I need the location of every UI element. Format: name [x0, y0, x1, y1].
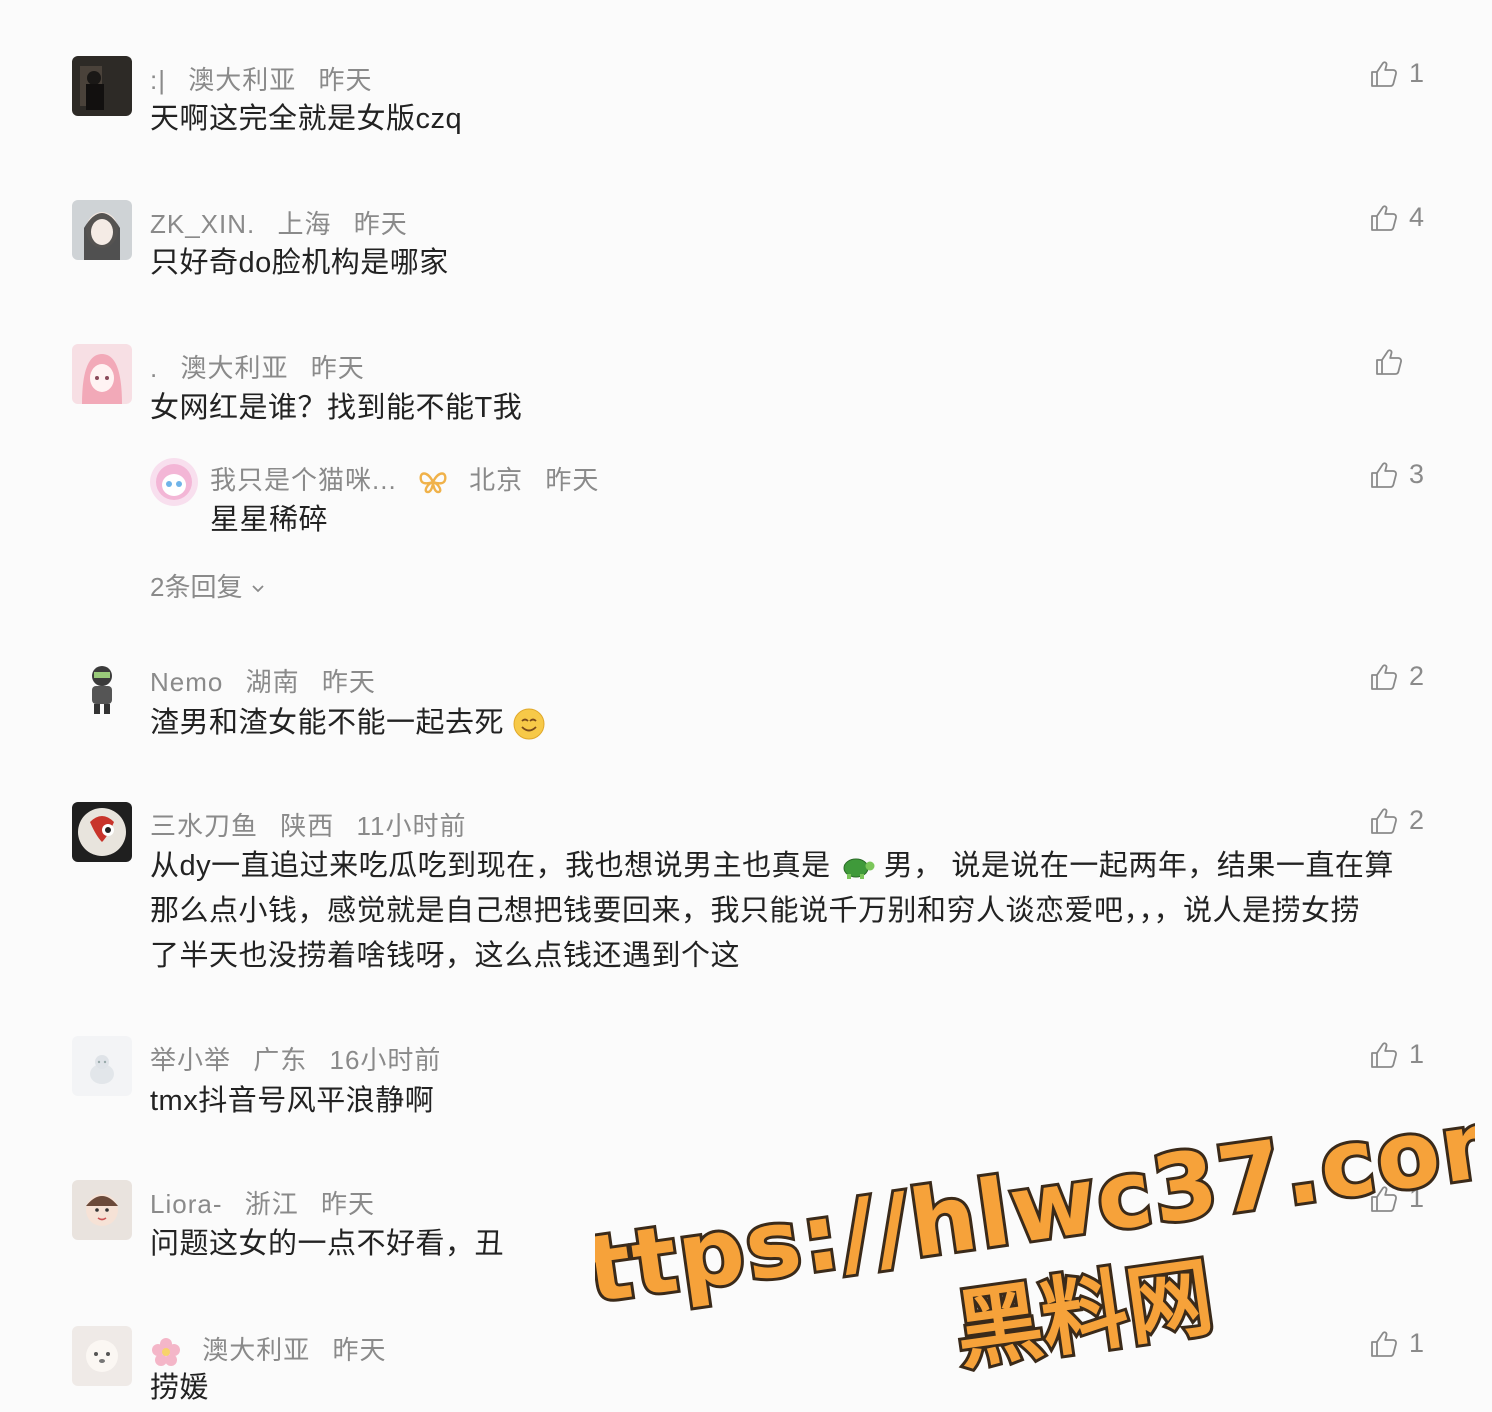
avatar[interactable]	[72, 200, 132, 260]
more-replies-label: 2条回复	[150, 572, 243, 602]
watermark: https://hlwc37.com 黑料网	[510, 1081, 1492, 1390]
like-button[interactable]: 1	[1369, 1039, 1424, 1070]
avatar[interactable]	[72, 1036, 132, 1096]
reply-meta: 我只是个猫咪... 北京 昨天	[210, 460, 613, 497]
comment-meta: . 澳大利亚 昨天	[150, 348, 379, 385]
like-count: 1	[1408, 58, 1424, 88]
like-button[interactable]: 1	[1369, 58, 1424, 89]
comment-text: 女网红是谁？找到能不能T我	[150, 392, 523, 424]
comment-meta: ZK_XIN. 上海 昨天	[150, 204, 422, 241]
like-button[interactable]: 2	[1369, 805, 1424, 836]
username[interactable]: Nemo	[150, 667, 223, 697]
username[interactable]: 举小举	[150, 1045, 231, 1075]
username[interactable]: .	[150, 353, 158, 383]
comment-meta: 举小举 广东 16小时前	[150, 1040, 455, 1077]
timestamp: 昨天	[353, 209, 408, 239]
location: 陕西	[280, 811, 335, 841]
turtle-emoji-icon	[843, 858, 875, 880]
location: 澳大利亚	[180, 353, 289, 383]
username[interactable]: :|	[150, 65, 166, 95]
like-button[interactable]: 2	[1369, 661, 1424, 692]
location: 广东	[253, 1045, 308, 1075]
reply-text: 星星稀碎	[210, 504, 329, 536]
like-count: 2	[1408, 661, 1424, 691]
comment-text: 从dy一直追过来吃瓜吃到现在，我也想说男主也真是 男， 说是说在一起两年，结果一…	[150, 844, 1420, 979]
comment-text-line: 那么点小钱，感觉就是自己想把钱要回来，我只能说千万别和穷人谈恋爱吧，，，说人是捞…	[150, 895, 1361, 927]
username[interactable]: Liora-	[150, 1189, 222, 1219]
location: 湖南	[245, 667, 300, 697]
timestamp: 昨天	[318, 65, 373, 95]
thumbs-up-icon	[1369, 806, 1399, 836]
location: 浙江	[244, 1189, 299, 1219]
comment-text: 只好奇do脸机构是哪家	[150, 247, 449, 279]
location: 澳大利亚	[202, 1335, 311, 1365]
comment-text: 天啊这完全就是女版czq	[150, 103, 463, 135]
like-count: 3	[1408, 459, 1424, 489]
thumbs-up-icon	[1369, 662, 1399, 692]
timestamp: 昨天	[320, 1189, 375, 1219]
reply-timestamp: 昨天	[545, 465, 600, 495]
avatar[interactable]	[72, 802, 132, 862]
comment-text-body: 渣男和渣女能不能一起去死	[150, 707, 505, 739]
reply-username[interactable]: 我只是个猫咪...	[210, 465, 397, 495]
like-button[interactable]	[1374, 347, 1404, 377]
timestamp: 昨天	[310, 353, 365, 383]
avatar[interactable]	[72, 1180, 132, 1240]
comment-meta: 澳大利亚 昨天	[150, 1330, 401, 1368]
comment-text: 渣男和渣女能不能一起去死	[150, 701, 1420, 746]
location: 上海	[277, 209, 332, 239]
timestamp: 16小时前	[329, 1045, 442, 1075]
comment-meta: Liora- 浙江 昨天	[150, 1184, 389, 1221]
username[interactable]: 三水刀鱼	[150, 811, 258, 841]
like-count: 4	[1408, 202, 1424, 232]
reply-avatar[interactable]	[150, 458, 198, 506]
avatar[interactable]	[72, 658, 132, 718]
like-count: 2	[1408, 805, 1424, 835]
timestamp: 昨天	[332, 1335, 387, 1365]
like-count: 1	[1408, 1039, 1424, 1069]
thumbs-up-icon	[1369, 203, 1399, 233]
chevron-down-icon	[252, 585, 264, 593]
comment-meta: Nemo 湖南 昨天	[150, 662, 390, 699]
comment-text-line: 了半天也没捞着啥钱呀，这么点钱还遇到个这	[150, 940, 741, 972]
timestamp: 昨天	[321, 667, 376, 697]
location: 澳大利亚	[188, 65, 297, 95]
smile-emoji-icon	[513, 708, 545, 740]
comment-text-line: 从dy一直追过来吃瓜吃到现在，我也想说男主也真是	[150, 850, 831, 882]
reply-like-button[interactable]: 3	[1369, 459, 1424, 490]
reply-location: 北京	[469, 465, 524, 495]
thumbs-up-icon	[1369, 460, 1399, 490]
username[interactable]: ZK_XIN.	[150, 209, 255, 239]
thumbs-up-icon	[1369, 1040, 1399, 1070]
avatar[interactable]	[72, 344, 132, 404]
flower-icon	[152, 1338, 180, 1367]
comment-meta: :| 澳大利亚 昨天	[150, 60, 386, 97]
comment-text-line: 男， 说是说在一起两年，结果一直在算	[883, 850, 1394, 882]
avatar[interactable]	[72, 56, 132, 116]
comment-meta: 三水刀鱼 陕西 11小时前	[150, 806, 481, 843]
avatar[interactable]	[72, 1326, 132, 1386]
like-button[interactable]: 4	[1369, 202, 1424, 233]
more-replies-link[interactable]: 2条回复	[150, 567, 266, 604]
timestamp: 11小时前	[356, 811, 467, 841]
butterfly-icon	[419, 472, 447, 494]
thumbs-up-icon	[1369, 59, 1399, 89]
thumbs-up-icon	[1374, 347, 1404, 377]
